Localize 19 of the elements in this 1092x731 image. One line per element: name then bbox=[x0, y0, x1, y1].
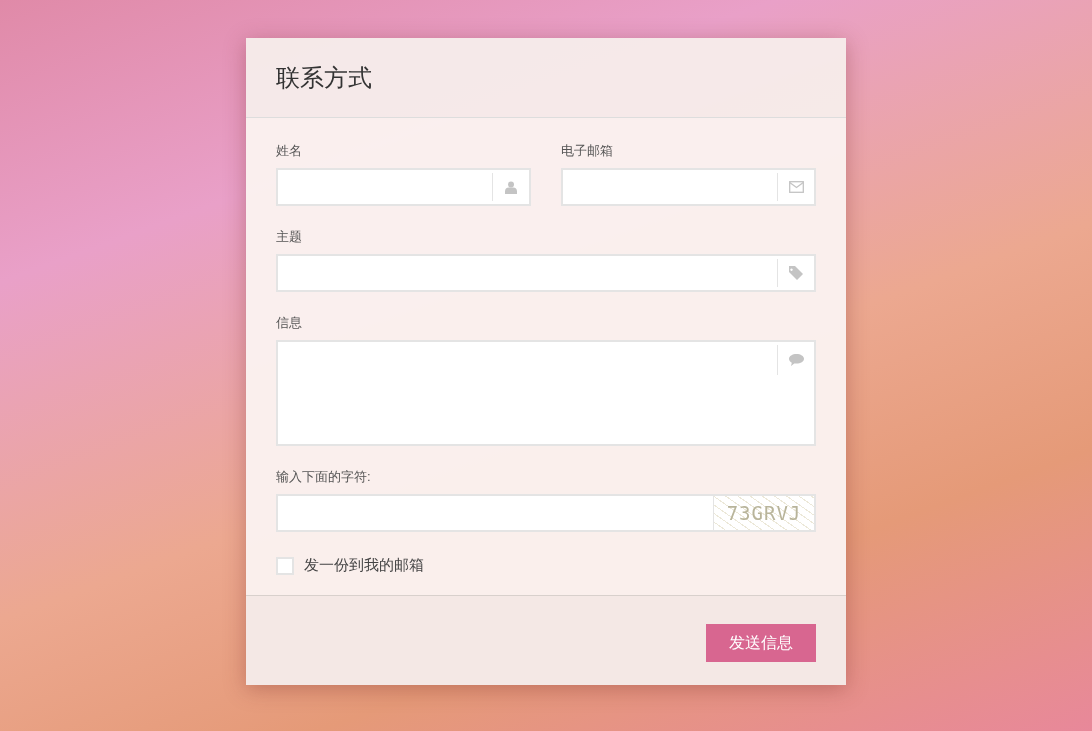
tag-icon bbox=[789, 266, 803, 280]
field-label: 姓名 bbox=[276, 142, 303, 160]
speech-bubble-icon bbox=[788, 354, 804, 366]
input-field[interactable] bbox=[276, 254, 816, 292]
field-label: 电子邮箱 bbox=[561, 142, 614, 160]
field-label: 输入下面的字符: bbox=[276, 468, 372, 486]
field-label: 主题 bbox=[276, 228, 303, 246]
input-field[interactable]: 73GRVJ bbox=[276, 494, 816, 532]
message-field[interactable] bbox=[276, 340, 816, 446]
checkbox-label: 发一份到我的邮箱 bbox=[304, 556, 424, 575]
send-button[interactable]: 发送信息 bbox=[706, 624, 816, 662]
input-field[interactable] bbox=[276, 168, 531, 206]
checkbox[interactable] bbox=[276, 556, 294, 575]
field-label: 信息 bbox=[276, 314, 303, 332]
input-field[interactable] bbox=[561, 168, 816, 206]
person-icon bbox=[505, 180, 517, 194]
form-title: 联系方式 bbox=[276, 62, 372, 93]
envelope-icon bbox=[788, 181, 804, 193]
captcha-image: 73GRVJ bbox=[713, 496, 814, 530]
